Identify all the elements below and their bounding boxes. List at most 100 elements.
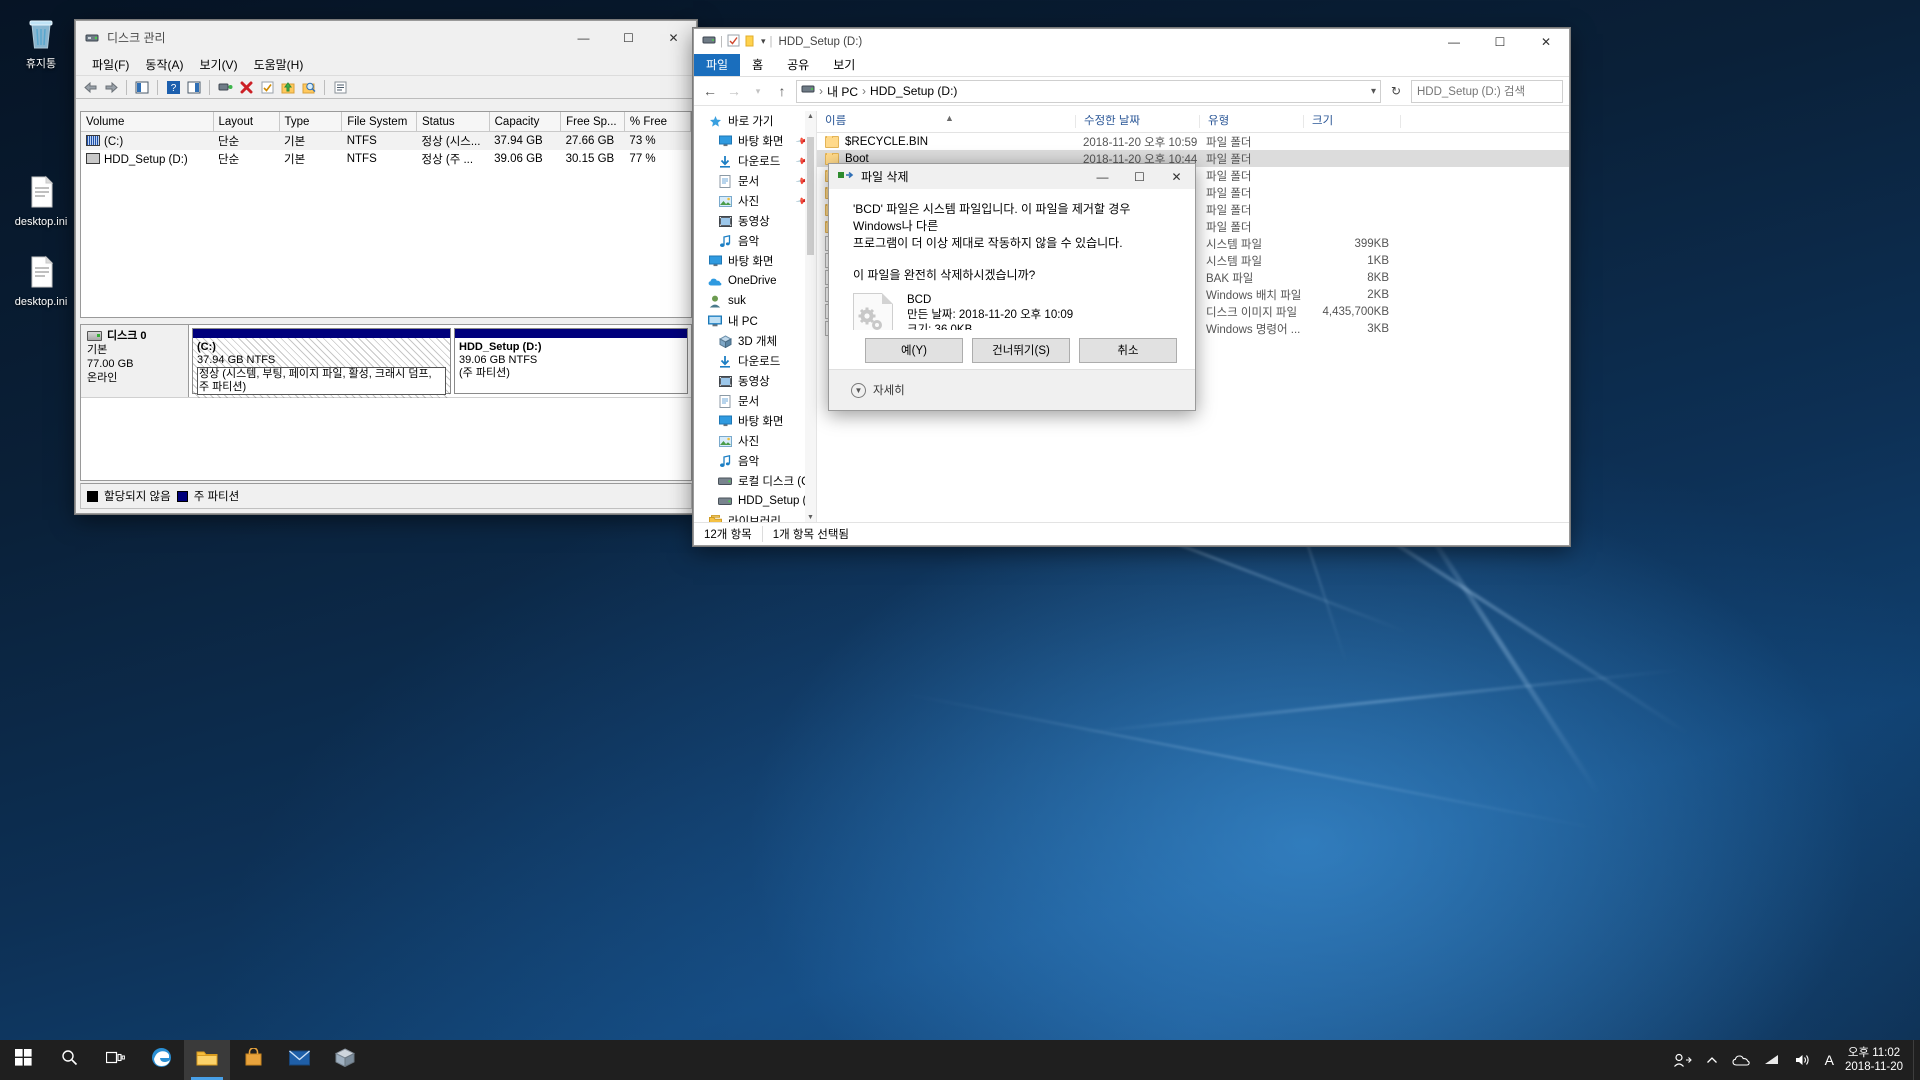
sidebar-item-2[interactable]: 다운로드 📌 — [694, 151, 816, 171]
tab-view[interactable]: 보기 — [821, 54, 867, 76]
start-button[interactable] — [0, 1040, 46, 1080]
tab-file[interactable]: 파일 — [694, 54, 741, 76]
sidebar-item-13[interactable]: 동영상 — [694, 371, 816, 391]
taskbar[interactable]: A 오후 11:02 2018-11-20 — [0, 1040, 1920, 1080]
partition-c[interactable]: (C:) 37.94 GB NTFS 정상 (시스템, 부팅, 페이지 파일, … — [192, 328, 451, 398]
volume-table-header[interactable]: Volume Layout Type File System Status Ca… — [81, 112, 691, 132]
sidebar-item-0[interactable]: 바로 가기 — [694, 111, 816, 131]
desktop-icon-desktop-ini-2[interactable]: desktop.ini — [3, 252, 79, 309]
breadcrumb-item-drive[interactable]: HDD_Setup (D:) — [870, 84, 957, 98]
volume-icon[interactable] — [1787, 1040, 1818, 1080]
search-input[interactable]: HDD_Setup (D:) 검색 — [1411, 79, 1563, 103]
menu-item-file[interactable]: 파일(F) — [84, 54, 137, 75]
disk-graphical-view[interactable]: 디스크 0 기본 77.00 GB 온라인 (C:) 37.94 GB NTFS… — [80, 324, 692, 481]
disk-management-menubar[interactable]: 파일(F) 동작(A) 보기(V) 도움말(H) — [76, 54, 696, 75]
details-label[interactable]: 자세히 — [873, 382, 905, 398]
menu-item-action[interactable]: 동작(A) — [137, 54, 191, 75]
sidebar-item-12[interactable]: 다운로드 — [694, 351, 816, 371]
forward-arrow-icon[interactable] — [101, 77, 121, 97]
search-button[interactable] — [46, 1040, 92, 1080]
edge-button[interactable] — [138, 1040, 184, 1080]
sidebar-item-6[interactable]: 음악 — [694, 231, 816, 251]
export-icon[interactable] — [278, 77, 298, 97]
show-desktop-button[interactable] — [1913, 1040, 1920, 1080]
new-folder-icon[interactable] — [744, 34, 757, 50]
sidebar-item-10[interactable]: 내 PC — [694, 311, 816, 331]
language-indicator[interactable]: A — [1818, 1040, 1841, 1080]
task-view-button[interactable] — [92, 1040, 138, 1080]
explorer-ribbon-tabs[interactable]: 파일 홈 공유 보기 — [694, 54, 1569, 77]
breadcrumb-item-pc[interactable]: 내 PC — [827, 83, 858, 100]
maximize-button[interactable]: ☐ — [1121, 164, 1158, 189]
sidebar-item-11[interactable]: 3D 개체 — [694, 331, 816, 351]
disk-management-toolbar[interactable]: ? — [76, 75, 696, 99]
store-button[interactable] — [230, 1040, 276, 1080]
help-icon[interactable]: ? — [163, 77, 183, 97]
table-row[interactable]: HDD_Setup (D:) 단순 기본 NTFS 정상 (주 ... 39.0… — [81, 150, 691, 168]
table-row[interactable]: $RECYCLE.BIN 2018-11-20 오후 10:59 파일 폴더 — [817, 133, 1569, 150]
quick-access-toolbar[interactable]: | ▾ | — [702, 34, 773, 50]
recent-locations-button[interactable]: ▾ — [748, 81, 768, 101]
detail-icon[interactable] — [330, 77, 350, 97]
dialog-titlebar[interactable]: 파일 삭제 — ☐ ✕ — [829, 164, 1195, 189]
col-free-space[interactable]: Free Sp... — [560, 112, 625, 132]
sidebar-item-18[interactable]: 로컬 디스크 (C — [694, 471, 816, 491]
minimize-button[interactable]: — — [1431, 29, 1477, 54]
file-explorer-button[interactable] — [184, 1040, 230, 1080]
properties-icon[interactable] — [132, 77, 152, 97]
close-button[interactable]: ✕ — [651, 22, 696, 54]
disk-management-window[interactable]: 디스크 관리 — ☐ ✕ 파일(F) 동작(A) 보기(V) 도움말(H) ? — [75, 20, 697, 514]
back-button[interactable]: ← — [700, 81, 720, 101]
menu-item-view[interactable]: 보기(V) — [191, 54, 245, 75]
yes-button[interactable]: 예(Y) — [865, 337, 963, 363]
onedrive-icon[interactable] — [1725, 1040, 1757, 1080]
properties-icon[interactable] — [727, 34, 740, 50]
check-icon[interactable] — [257, 77, 277, 97]
sidebar-item-19[interactable]: HDD_Setup (D — [694, 491, 816, 511]
chevron-down-circle-icon[interactable]: ▼ — [851, 382, 866, 398]
close-button[interactable]: ✕ — [1158, 164, 1195, 189]
scrollbar-thumb[interactable] — [807, 137, 814, 255]
dialog-footer[interactable]: ▼ 자세히 — [829, 369, 1195, 410]
table-row[interactable]: (C:) 단순 기본 NTFS 정상 (시스... 37.94 GB 27.66… — [81, 131, 691, 150]
menu-item-help[interactable]: 도움말(H) — [246, 54, 312, 75]
up-button[interactable]: ↑ — [772, 81, 792, 101]
sidebar-item-9[interactable]: suk — [694, 291, 816, 311]
chevron-down-icon[interactable]: ▾ — [761, 36, 766, 47]
person-share-icon[interactable] — [1666, 1040, 1699, 1080]
col-capacity[interactable]: Capacity — [489, 112, 562, 132]
delete-file-dialog[interactable]: 파일 삭제 — ☐ ✕ 'BCD' 파일은 시스템 파일입니다. 이 파일을 제… — [828, 163, 1196, 411]
list-icon[interactable] — [184, 77, 204, 97]
sidebar-item-8[interactable]: OneDrive — [694, 271, 816, 291]
dialog-window-controls[interactable]: — ☐ ✕ — [1084, 164, 1195, 189]
back-arrow-icon[interactable] — [80, 77, 100, 97]
tab-share[interactable]: 공유 — [775, 54, 821, 76]
minimize-button[interactable]: — — [1084, 164, 1121, 189]
taskbar-clock[interactable]: 오후 11:02 2018-11-20 — [1841, 1046, 1913, 1074]
col-type[interactable]: Type — [279, 112, 343, 132]
navigation-pane[interactable]: 바로 가기 바탕 화면 📌 다운로드 📌 문서 📌 사진 📌 동영상 음악 바탕 화면 OneDrive… — [694, 111, 817, 523]
skip-button[interactable]: 건너뛰기(S) — [972, 337, 1070, 363]
dialog-button-row[interactable]: 예(Y) 건너뛰기(S) 취소 — [829, 330, 1195, 370]
chevron-up-icon[interactable] — [1699, 1040, 1725, 1080]
cancel-button[interactable]: 취소 — [1079, 337, 1177, 363]
disk-row[interactable]: 디스크 0 기본 77.00 GB 온라인 (C:) 37.94 GB NTFS… — [81, 325, 691, 398]
close-button[interactable]: ✕ — [1523, 29, 1569, 54]
sidebar-item-4[interactable]: 사진 📌 — [694, 191, 816, 211]
app-button[interactable] — [322, 1040, 368, 1080]
navigation-scrollbar[interactable]: ▲ ▼ — [805, 111, 816, 523]
tab-home[interactable]: 홈 — [740, 54, 775, 76]
maximize-button[interactable]: ☐ — [1477, 29, 1523, 54]
col-file-system[interactable]: File System — [341, 112, 418, 132]
col-layout[interactable]: Layout — [213, 112, 280, 132]
sidebar-item-17[interactable]: 음악 — [694, 451, 816, 471]
col-volume[interactable]: Volume — [81, 112, 214, 132]
search-icon[interactable] — [299, 77, 319, 97]
desktop-icon-desktop-ini-1[interactable]: desktop.ini — [3, 172, 79, 229]
explorer-window-controls[interactable]: — ☐ ✕ — [1431, 29, 1569, 54]
forward-button[interactable]: → — [724, 81, 744, 101]
col-date[interactable]: 수정한 날짜 — [1076, 115, 1200, 128]
sidebar-item-5[interactable]: 동영상 — [694, 211, 816, 231]
maximize-button[interactable]: ☐ — [606, 22, 651, 54]
disk-management-titlebar[interactable]: 디스크 관리 — ☐ ✕ — [76, 21, 696, 54]
